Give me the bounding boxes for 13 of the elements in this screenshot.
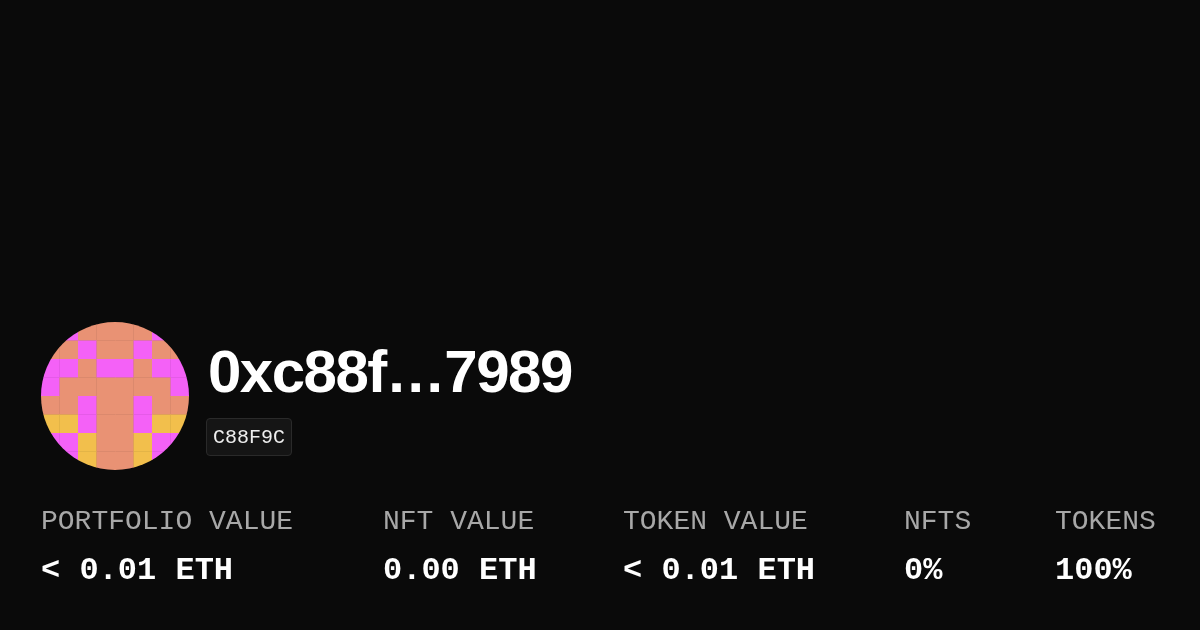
stat-value: 0% [904,552,944,590]
avatar-icon [41,322,189,470]
stat-label: PORTFOLIO VALUE [41,505,295,539]
stat-label: NFT VALUE [383,505,536,539]
stat-label: TOKEN VALUE [623,505,809,539]
stat-label: NFTS [904,505,973,539]
stat-value: < 0.01 ETH [623,552,817,590]
address-tag: C88F9C [206,418,292,456]
wallet-address: 0xc88f…7989 [208,337,572,407]
stat-value: 0.00 ETH [383,552,538,590]
stat-label: TOKENS [1055,505,1157,539]
stat-value: 100% [1055,552,1133,590]
stat-value: < 0.01 ETH [41,552,235,590]
